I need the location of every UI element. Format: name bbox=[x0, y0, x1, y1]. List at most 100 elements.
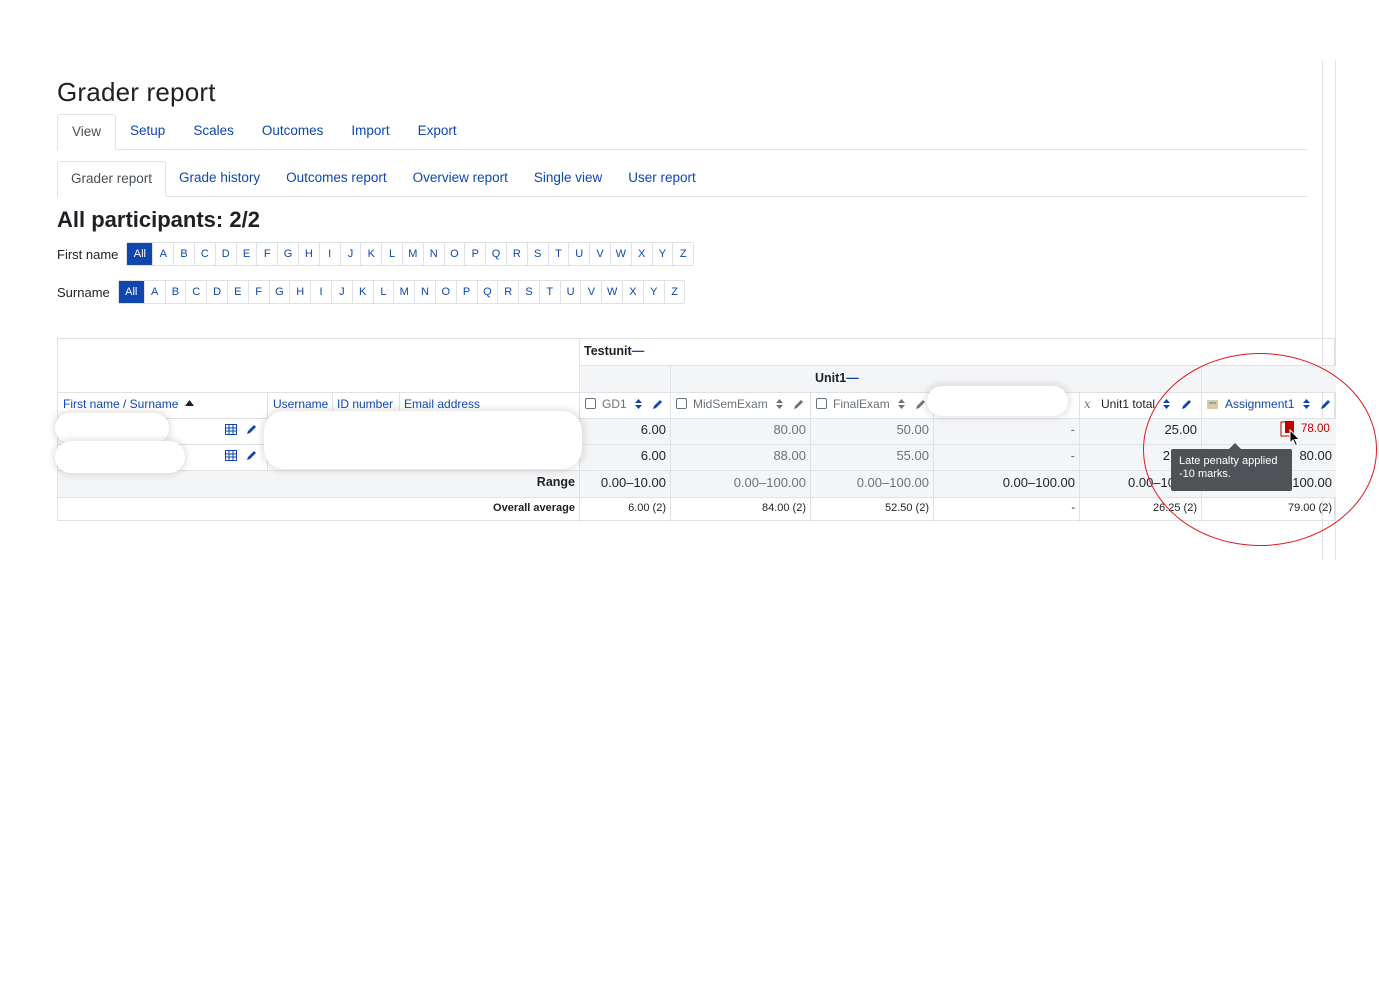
surname-letter-w[interactable]: W bbox=[601, 281, 622, 303]
first-name-letter-w[interactable]: W bbox=[609, 243, 631, 265]
first-name-letter-t[interactable]: T bbox=[547, 243, 569, 265]
first-name-letter-s[interactable]: S bbox=[526, 243, 548, 265]
surname-letter-i[interactable]: I bbox=[310, 281, 331, 303]
surname-letter-t[interactable]: T bbox=[538, 281, 560, 303]
surname-letter-l[interactable]: L bbox=[372, 281, 394, 303]
edit-icon[interactable] bbox=[652, 398, 664, 410]
tab-export[interactable]: Export bbox=[404, 114, 471, 149]
grade-cell[interactable]: 6.00 bbox=[579, 422, 666, 437]
surname-letter-z[interactable]: Z bbox=[663, 281, 685, 303]
tab-setup[interactable]: Setup bbox=[116, 114, 179, 149]
sort-asc-icon[interactable] bbox=[184, 400, 194, 406]
collapse-unit1-icon[interactable]: — bbox=[846, 371, 859, 385]
sort-name-link[interactable]: First name / Surname bbox=[63, 397, 178, 411]
first-name-letter-h[interactable]: H bbox=[297, 243, 319, 265]
surname-letter-p[interactable]: P bbox=[455, 281, 477, 303]
first-name-letter-c[interactable]: C bbox=[194, 243, 215, 265]
surname-letter-r[interactable]: R bbox=[497, 281, 518, 303]
surname-letter-k[interactable]: K bbox=[351, 281, 373, 303]
first-name-letter-u[interactable]: U bbox=[568, 243, 589, 265]
sort-icon[interactable] bbox=[775, 398, 784, 410]
sort-icon[interactable] bbox=[634, 398, 643, 410]
surname-letter-b[interactable]: B bbox=[164, 281, 186, 303]
tab-grade-history[interactable]: Grade history bbox=[166, 161, 273, 196]
surname-letter-f[interactable]: F bbox=[247, 281, 269, 303]
surname-letter-s[interactable]: S bbox=[518, 281, 539, 303]
first-name-letter-z[interactable]: Z bbox=[672, 243, 693, 265]
first-name-letter-o[interactable]: O bbox=[443, 243, 465, 265]
first-name-letter-j[interactable]: J bbox=[339, 243, 361, 265]
grade-cell[interactable]: 80.00 bbox=[670, 422, 806, 437]
surname-letter-o[interactable]: O bbox=[434, 281, 456, 303]
first-name-letter-v[interactable]: V bbox=[589, 243, 610, 265]
edit-icon[interactable] bbox=[246, 449, 258, 461]
category-testunit-label: Testunit bbox=[584, 344, 632, 358]
first-name-letter-n[interactable]: N bbox=[422, 243, 444, 265]
surname-letter-e[interactable]: E bbox=[226, 281, 248, 303]
surname-letter-y[interactable]: Y bbox=[642, 281, 664, 303]
first-name-letter-q[interactable]: Q bbox=[485, 243, 506, 265]
sort-icon[interactable] bbox=[897, 398, 906, 410]
tab-user-report[interactable]: User report bbox=[615, 161, 709, 196]
first-name-letter-i[interactable]: I bbox=[318, 243, 340, 265]
first-name-letter-g[interactable]: G bbox=[277, 243, 298, 265]
annotation-circle bbox=[1143, 353, 1377, 546]
surname-letter-a[interactable]: A bbox=[143, 281, 165, 303]
tab-outcomes[interactable]: Outcomes bbox=[248, 114, 338, 149]
header-id-number[interactable]: ID number bbox=[337, 397, 393, 411]
surname-letter-g[interactable]: G bbox=[268, 281, 290, 303]
first-name-letter-m[interactable]: M bbox=[401, 243, 423, 265]
surname-letter-u[interactable]: U bbox=[559, 281, 581, 303]
surname-letter-c[interactable]: C bbox=[185, 281, 206, 303]
surname-letter-d[interactable]: D bbox=[206, 281, 227, 303]
edit-icon[interactable] bbox=[915, 398, 927, 410]
table-icon[interactable] bbox=[225, 424, 237, 435]
grade-cell[interactable]: 50.00 bbox=[810, 422, 929, 437]
surname-letter-n[interactable]: N bbox=[414, 281, 435, 303]
grade-cell[interactable]: - bbox=[933, 448, 1075, 463]
midsem-checkbox[interactable] bbox=[676, 398, 687, 409]
grade-cell[interactable]: 88.00 bbox=[670, 448, 806, 463]
first-name-letter-a[interactable]: A bbox=[152, 243, 173, 265]
tab-import[interactable]: Import bbox=[337, 114, 403, 149]
surname-letter-h[interactable]: H bbox=[289, 281, 310, 303]
first-name-letter-e[interactable]: E bbox=[235, 243, 257, 265]
collapse-testunit-icon[interactable]: — bbox=[632, 344, 645, 358]
header-username[interactable]: Username bbox=[273, 397, 328, 411]
first-name-letter-l[interactable]: L bbox=[381, 243, 402, 265]
surname-letter-m[interactable]: M bbox=[393, 281, 414, 303]
edit-icon[interactable] bbox=[793, 398, 805, 410]
gd1-checkbox[interactable] bbox=[585, 398, 596, 409]
table-icon[interactable] bbox=[225, 450, 237, 461]
first-name-letter-p[interactable]: P bbox=[464, 243, 485, 265]
tab-outcomes-report[interactable]: Outcomes report bbox=[273, 161, 400, 196]
first-name-letter-b[interactable]: B bbox=[173, 243, 194, 265]
first-name-letter-y[interactable]: Y bbox=[651, 243, 673, 265]
first-name-letter-f[interactable]: F bbox=[256, 243, 277, 265]
first-name-letter-d[interactable]: D bbox=[214, 243, 236, 265]
surname-letter-v[interactable]: V bbox=[580, 281, 601, 303]
surname-letter-x[interactable]: X bbox=[622, 281, 643, 303]
grade-cell[interactable]: - bbox=[933, 422, 1075, 437]
student-row-actions bbox=[225, 423, 258, 438]
range-cell: 0.00–10.00 bbox=[600, 475, 666, 490]
first-name-letter-x[interactable]: X bbox=[630, 243, 652, 265]
first-name-letter-all[interactable]: All bbox=[127, 243, 153, 265]
header-email[interactable]: Email address bbox=[404, 397, 480, 411]
first-name-letter-r[interactable]: R bbox=[505, 243, 527, 265]
primary-tabs: View Setup Scales Outcomes Import Export bbox=[57, 114, 1307, 150]
final-checkbox[interactable] bbox=[816, 398, 827, 409]
surname-letter-all[interactable]: All bbox=[118, 281, 144, 303]
tab-scales[interactable]: Scales bbox=[179, 114, 248, 149]
grade-cell[interactable]: 55.00 bbox=[810, 448, 929, 463]
secondary-tabs: Grader report Grade history Outcomes rep… bbox=[57, 161, 1307, 197]
surname-letter-q[interactable]: Q bbox=[476, 281, 498, 303]
first-name-letter-k[interactable]: K bbox=[360, 243, 381, 265]
tab-overview-report[interactable]: Overview report bbox=[400, 161, 521, 196]
tab-single-view[interactable]: Single view bbox=[521, 161, 615, 196]
grade-cell[interactable]: 6.00 bbox=[579, 448, 666, 463]
tab-grader-report[interactable]: Grader report bbox=[57, 161, 167, 197]
edit-icon[interactable] bbox=[246, 423, 258, 435]
surname-letter-j[interactable]: J bbox=[330, 281, 352, 303]
tab-view[interactable]: View bbox=[57, 114, 117, 150]
